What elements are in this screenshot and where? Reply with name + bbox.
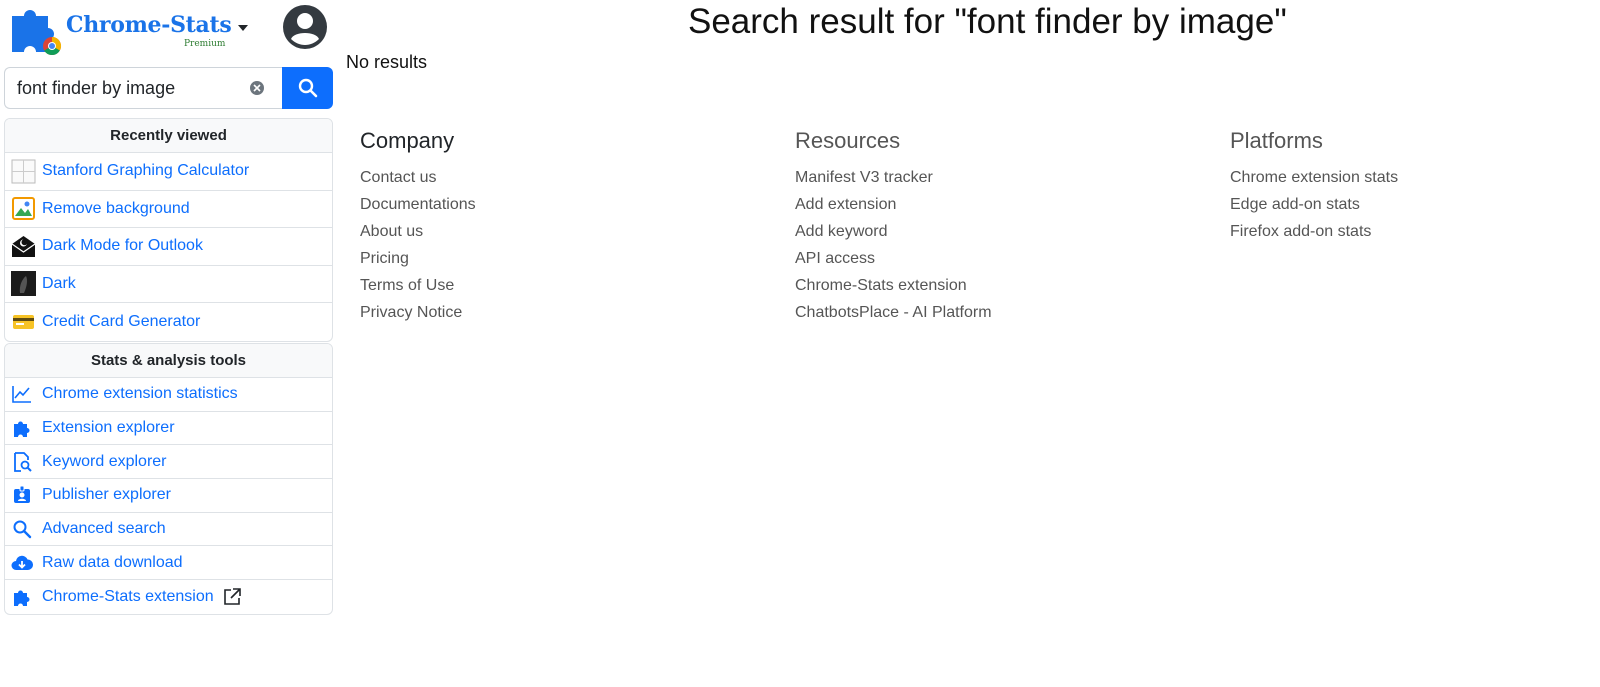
- recent-item-label: Stanford Graphing Calculator: [42, 162, 250, 180]
- puzzle-logo-icon[interactable]: [8, 2, 64, 56]
- cloud-download-icon: [11, 553, 33, 573]
- footer-platforms: Platforms Chrome extension stats Edge ad…: [1230, 128, 1398, 248]
- footer-link[interactable]: Firefox add-on stats: [1230, 221, 1398, 248]
- envelope-thumb-icon: [11, 235, 36, 257]
- brand-header: Chrome-Stats Premium: [4, 0, 332, 64]
- brand-premium-label: Premium: [184, 39, 226, 49]
- recent-item[interactable]: Dark: [5, 266, 332, 303]
- tool-item-keyword-explorer[interactable]: Keyword explorer: [5, 445, 332, 480]
- puzzle-icon: [11, 587, 33, 607]
- footer-platforms-title: Platforms: [1230, 128, 1323, 153]
- footer-link[interactable]: Chrome extension stats: [1230, 167, 1398, 194]
- recent-item-label: Remove background: [42, 199, 190, 217]
- tools-card: Stats & analysis tools Chrome extension …: [4, 343, 333, 615]
- no-results-text: No results: [346, 52, 428, 72]
- tool-item-advanced-search[interactable]: Advanced search: [5, 513, 332, 547]
- footer-link[interactable]: Chrome-Stats extension: [795, 275, 992, 302]
- tool-item-label: Publisher explorer: [42, 486, 171, 504]
- tool-item-label: Chrome extension statistics: [42, 385, 238, 403]
- keyword-search-icon: [11, 451, 33, 472]
- footer-link[interactable]: API access: [795, 248, 992, 275]
- recent-item[interactable]: Dark Mode for Outlook: [5, 228, 332, 266]
- badge-icon: [11, 485, 33, 505]
- chart-line-icon: [11, 384, 33, 404]
- recent-item[interactable]: Stanford Graphing Calculator: [5, 153, 332, 191]
- photo-thumb-icon: [12, 197, 35, 221]
- puzzle-icon: [11, 418, 33, 438]
- search-icon: [298, 78, 317, 98]
- tool-item-label: Raw data download: [42, 553, 183, 571]
- caret-down-icon[interactable]: [234, 20, 252, 34]
- footer-link[interactable]: Documentations: [360, 194, 476, 221]
- search-input[interactable]: [4, 67, 282, 109]
- tool-item-label: Chrome-Stats extension: [42, 587, 214, 605]
- account-avatar-icon[interactable]: [282, 4, 328, 50]
- footer-company: Company Contact us Documentations About …: [360, 128, 476, 329]
- recent-item[interactable]: Credit Card Generator: [5, 303, 332, 341]
- dark-thumb-icon: [11, 271, 36, 297]
- footer-link[interactable]: Add extension: [795, 194, 992, 221]
- footer-link[interactable]: Contact us: [360, 167, 476, 194]
- footer-resources: Resources Manifest V3 tracker Add extens…: [795, 128, 992, 329]
- tool-item-extension-explorer[interactable]: Extension explorer: [5, 412, 332, 446]
- footer-link[interactable]: Edge add-on stats: [1230, 194, 1398, 221]
- footer-link[interactable]: About us: [360, 221, 476, 248]
- tools-title: Stats & analysis tools: [5, 344, 332, 378]
- recently-viewed-card: Recently viewed Stanford Graphing Calcul…: [4, 118, 333, 342]
- page-title: Search result for "font finder by image": [688, 2, 1287, 41]
- brand-name[interactable]: Chrome-Stats: [66, 12, 232, 38]
- tool-item-label: Keyword explorer: [42, 452, 167, 470]
- search-icon: [11, 519, 33, 539]
- footer-link[interactable]: Add keyword: [795, 221, 992, 248]
- footer-link[interactable]: Manifest V3 tracker: [795, 167, 992, 194]
- recent-item-label: Credit Card Generator: [42, 312, 201, 330]
- footer-link[interactable]: Pricing: [360, 248, 476, 275]
- tool-item-chrome-stats-extension[interactable]: Chrome-Stats extension: [5, 580, 332, 614]
- tool-item-extension-statistics[interactable]: Chrome extension statistics: [5, 378, 332, 412]
- search-bar: [4, 67, 333, 109]
- recent-item-label: Dark Mode for Outlook: [42, 237, 203, 255]
- credit-card-thumb-icon: [13, 315, 34, 330]
- tool-item-label: Extension explorer: [42, 419, 175, 437]
- clear-icon[interactable]: [249, 80, 265, 96]
- footer-link[interactable]: Privacy Notice: [360, 302, 476, 329]
- footer-company-title: Company: [360, 128, 455, 153]
- tool-item-label: Advanced search: [42, 520, 166, 538]
- tool-item-raw-data-download[interactable]: Raw data download: [5, 546, 332, 581]
- tool-item-publisher-explorer[interactable]: Publisher explorer: [5, 479, 332, 513]
- recently-viewed-title: Recently viewed: [5, 119, 332, 153]
- search-button[interactable]: [282, 67, 333, 109]
- graph-paper-thumb-icon: [11, 159, 36, 184]
- recent-item[interactable]: Remove background: [5, 191, 332, 228]
- footer-link[interactable]: ChatbotsPlace - AI Platform: [795, 302, 992, 329]
- sidebar: Chrome-Stats Premium Recently viewed: [4, 0, 333, 615]
- footer-resources-title: Resources: [795, 128, 901, 153]
- recent-item-label: Dark: [42, 274, 76, 292]
- external-link-icon: [223, 588, 241, 605]
- footer-link[interactable]: Terms of Use: [360, 275, 476, 302]
